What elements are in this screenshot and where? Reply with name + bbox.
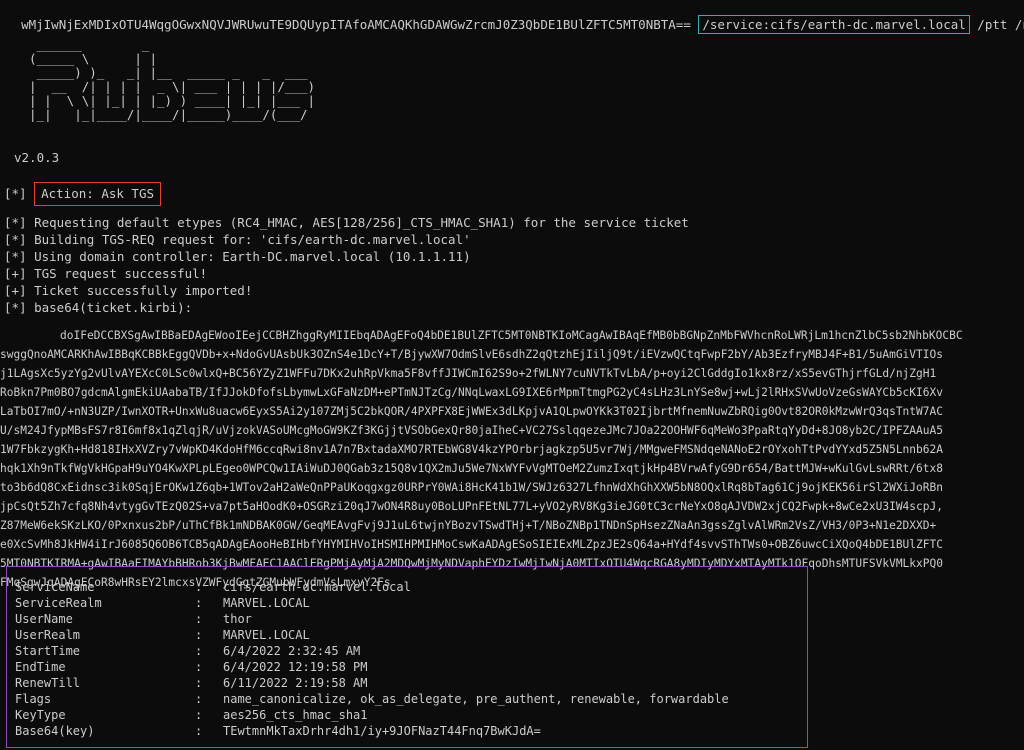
message-line: [*] Requesting default etypes (RC4_HMAC,… bbox=[4, 215, 689, 230]
ticket-field-separator: : bbox=[195, 628, 203, 642]
ticket-field-key: EndTime bbox=[15, 660, 66, 674]
ticket-field-separator: : bbox=[195, 612, 203, 626]
ticket-field-value: cifs/earth-dc.marvel.local bbox=[223, 580, 411, 594]
ticket-details-highlight: ServiceName: cifs/earth-dc.marvel.local S… bbox=[6, 566, 808, 748]
command-prefix: wMjIwNjExMDIxOTU4WqgOGwxNQVJWRUwuTE9DQUy… bbox=[21, 17, 699, 32]
service-arg-highlight: /service:cifs/earth-dc.marvel.local bbox=[698, 15, 970, 34]
ticket-field-row: UserName: thor bbox=[15, 611, 252, 627]
ticket-field-row: StartTime: 6/4/2022 2:32:45 AM bbox=[15, 643, 360, 659]
ticket-field-row: EndTime: 6/4/2022 12:19:58 PM bbox=[15, 659, 368, 675]
ticket-field-separator: : bbox=[195, 724, 203, 738]
ticket-field-separator: : bbox=[195, 644, 203, 658]
base64-line: j1LAgsXc5yzYg2vUlvAYEXcC0LSc0wlxQ+BC56YZ… bbox=[0, 367, 937, 380]
command-suffix: /ptt /nowrap bbox=[977, 17, 1024, 32]
base64-line: LaTbOI7mO/+nN3UZP/IwnXOTR+UnxWu8uacw6Eyx… bbox=[0, 405, 943, 418]
base64-line: RoBkn7Pm0BO7gdcmAlgmEkiUAabaTB/IfJJokDfo… bbox=[0, 386, 943, 399]
command-line: wMjIwNjExMDIxOTU4WqgOGwxNQVJWRUwuTE9DQUy… bbox=[6, 1, 1024, 34]
ticket-field-value: MARVEL.LOCAL bbox=[223, 596, 310, 610]
ticket-field-key: Base64(key) bbox=[15, 724, 95, 738]
message-line: [+] TGS request successful! bbox=[4, 266, 208, 281]
ticket-field-separator: : bbox=[195, 708, 203, 722]
version-label: v2.0.3 bbox=[14, 150, 60, 165]
action-prefix: [*] bbox=[4, 186, 35, 201]
ticket-field-row: KeyType: aes256_cts_hmac_sha1 bbox=[15, 707, 368, 723]
ticket-field-key: ServiceName bbox=[15, 580, 95, 594]
ticket-field-key: Flags bbox=[15, 692, 52, 706]
ticket-field-value: aes256_cts_hmac_sha1 bbox=[223, 708, 368, 722]
base64-line: to3b6dQ8CxEidnsc3ik0SqjErOKw1Z6qb+1WTov2… bbox=[0, 481, 943, 494]
ticket-field-value: 6/4/2022 12:19:58 PM bbox=[223, 660, 368, 674]
ticket-field-key: UserRealm bbox=[15, 628, 81, 642]
ticket-field-value: 6/11/2022 2:19:58 AM bbox=[223, 676, 368, 690]
ticket-field-row: Flags: name_canonicalize, ok_as_delegate,… bbox=[15, 691, 729, 707]
base64-line: hqk1Xh9nTkfWgVkHGpaH9uYO4KwXPLpLEgeo0WPC… bbox=[0, 462, 943, 475]
ticket-field-key: StartTime bbox=[15, 644, 81, 658]
message-line: [*] base64(ticket.kirbi): bbox=[4, 300, 193, 315]
base64-line: doIFeDCCBXSgAwIBBaEDAgEWooIEejCCBHZhggRy… bbox=[60, 329, 963, 342]
message-line: [*] Building TGS-REQ request for: 'cifs/… bbox=[4, 232, 471, 247]
ticket-field-key: ServiceRealm bbox=[15, 596, 102, 610]
ticket-field-row: UserRealm: MARVEL.LOCAL bbox=[15, 627, 310, 643]
base64-ticket-block: doIFeDCCBXSgAwIBBaEDAgEWooIEejCCBHZhggRy… bbox=[0, 326, 1024, 592]
base64-line: e0XcSvMh8JkHW4iIrJ6085Q6OB6TCB5qADAgEAoo… bbox=[0, 538, 943, 551]
status-messages: [*] Requesting default etypes (RC4_HMAC,… bbox=[4, 214, 689, 316]
ticket-field-separator: : bbox=[195, 596, 203, 610]
ticket-field-separator: : bbox=[195, 692, 203, 706]
ticket-field-value: TEwtmnMkTaxDrhr4dh1/iy+9JOFNazT44Fnq7BwK… bbox=[223, 724, 541, 738]
base64-line: jpCsQt5Zh7cfq8Nh4vtygGvTEzQ02S+va7pt5aHO… bbox=[0, 500, 943, 513]
action-highlight: Action: Ask TGS bbox=[34, 182, 161, 206]
base64-line: swggQnoAMCARKhAwIBBqKCBBkEggQVDb+x+NdoGv… bbox=[0, 348, 943, 361]
ticket-field-separator: : bbox=[195, 580, 203, 594]
message-line: [+] Ticket successfully imported! bbox=[4, 283, 253, 298]
ticket-field-separator: : bbox=[195, 660, 203, 674]
message-line: [*] Using domain controller: Earth-DC.ma… bbox=[4, 249, 471, 264]
ticket-field-row: ServiceName: cifs/earth-dc.marvel.local bbox=[15, 579, 411, 595]
ticket-field-row: RenewTill: 6/11/2022 2:19:58 AM bbox=[15, 675, 368, 691]
ticket-field-value: thor bbox=[223, 612, 252, 626]
base64-line: 1W7FbkzygKh+Hd818IHxXVZry7vWpKD4KdoHfM6c… bbox=[0, 443, 943, 456]
base64-line: Z87MeW6ekSKzLKO/0Pxnxus2bP/uThCfBk1mNDBA… bbox=[0, 519, 937, 532]
ticket-field-key: UserName bbox=[15, 612, 73, 626]
ticket-field-value: MARVEL.LOCAL bbox=[223, 628, 310, 642]
ticket-field-key: RenewTill bbox=[15, 676, 81, 690]
rubeus-banner: ______ _ (_____ \ | | _____) )_ _| |__ _… bbox=[29, 37, 316, 122]
ticket-field-value: name_canonicalize, ok_as_delegate, pre_a… bbox=[223, 692, 729, 706]
base64-line: U/sM24JfypMBsFS7r8I6mf8x1qZlqjR/uVjzokVA… bbox=[0, 424, 943, 437]
ticket-field-row: ServiceRealm: MARVEL.LOCAL bbox=[15, 595, 310, 611]
ticket-field-row: Base64(key): TEwtmnMkTaxDrhr4dh1/iy+9JOFN… bbox=[15, 723, 541, 739]
action-line: [*] Action: Ask TGS bbox=[4, 182, 161, 206]
ticket-field-value: 6/4/2022 2:32:45 AM bbox=[223, 644, 361, 658]
ticket-field-key: KeyType bbox=[15, 708, 66, 722]
ticket-field-separator: : bbox=[195, 676, 203, 690]
